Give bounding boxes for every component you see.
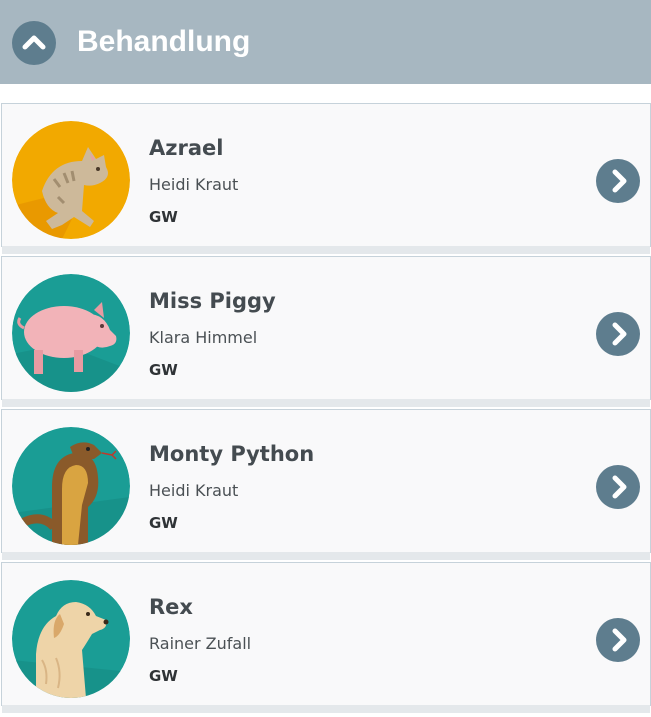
pig-avatar <box>12 274 130 392</box>
patient-code: GW <box>149 514 178 532</box>
chevron-right-icon <box>612 322 627 346</box>
owner-name: Heidi Kraut <box>149 481 239 500</box>
patient-card[interactable]: Miss Piggy Klara Himmel GW <box>1 256 651 407</box>
patient-card[interactable]: Monty Python Heidi Kraut GW <box>1 409 651 560</box>
open-patient-button[interactable] <box>596 159 640 203</box>
header-bar: Behandlung <box>0 0 651 84</box>
owner-name: Heidi Kraut <box>149 175 239 194</box>
owner-name: Rainer Zufall <box>149 634 252 653</box>
patient-code: GW <box>149 208 178 226</box>
open-patient-button[interactable] <box>596 618 640 662</box>
patient-card[interactable]: Azrael Heidi Kraut GW <box>1 103 651 254</box>
chevron-right-icon <box>612 169 627 193</box>
page-title: Behandlung <box>77 25 251 58</box>
card-divider <box>2 246 650 254</box>
owner-name: Klara Himmel <box>149 328 258 347</box>
patient-name: Monty Python <box>149 442 315 466</box>
snake-avatar <box>12 427 130 545</box>
patient-name: Azrael <box>149 136 224 160</box>
open-patient-button[interactable] <box>596 312 640 356</box>
card-divider <box>2 705 650 713</box>
chevron-right-icon <box>612 628 627 652</box>
patient-code: GW <box>149 667 178 685</box>
patient-card[interactable]: Rex Rainer Zufall GW <box>1 562 651 713</box>
chevron-up-icon <box>22 35 46 50</box>
open-patient-button[interactable] <box>596 465 640 509</box>
card-divider <box>2 399 650 407</box>
patient-code: GW <box>149 361 178 379</box>
dog-avatar <box>12 580 130 698</box>
chevron-right-icon <box>612 475 627 499</box>
card-divider <box>2 552 650 560</box>
collapse-button[interactable] <box>12 21 56 65</box>
cat-avatar <box>12 121 130 239</box>
patient-name: Miss Piggy <box>149 289 276 313</box>
patient-name: Rex <box>149 595 193 619</box>
